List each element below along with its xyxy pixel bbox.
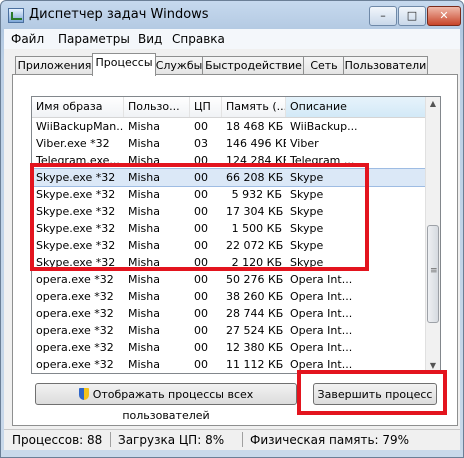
menu-help[interactable]: Справка [172,32,225,46]
column-description[interactable]: Описание [286,97,426,117]
tab-applications[interactable]: Приложения [15,56,94,75]
cell-user: Misha [128,324,160,337]
cell-memory: 38 260 КБ [226,290,284,303]
cell-image-name: WiiBackupMan... [36,120,124,133]
scroll-up-icon[interactable]: ▲ [426,97,440,111]
cell-user: Misha [128,137,160,150]
cell-description: Viber [290,137,319,150]
scroll-thumb[interactable] [427,225,439,323]
cell-image-name: opera.exe *32 [36,290,114,303]
cell-image-name: opera.exe *32 [36,307,114,320]
cell-memory: 18 468 КБ [226,120,284,133]
table-row[interactable]: opera.exe *32 Misha 00 27 524 КБ Opera Int..… [32,322,426,339]
tab-services[interactable]: Службы [154,56,204,75]
task-manager-window: Диспетчер задач Windows – □ ✕ Файл Парам… [0,0,464,458]
cell-description: Opera Int... [290,324,353,337]
cell-description: WiiBackup... [290,120,358,133]
cell-image-name: opera.exe *32 [36,324,114,337]
table-row[interactable]: opera.exe *32 Misha 00 12 380 КБ Opera Int..… [32,339,426,356]
window-title: Диспетчер задач Windows [29,7,209,22]
cell-memory: 146 496 КБ [226,137,286,150]
column-image-name[interactable]: Имя образа [32,97,124,117]
cell-user: Misha [128,290,160,303]
cell-memory: 27 524 КБ [226,324,284,337]
cell-user: Misha [128,120,160,133]
cell-image-name: opera.exe *32 [36,273,114,286]
uac-shield-icon [78,388,89,400]
cell-cpu: 00 [194,341,208,354]
cell-description: Opera Int... [290,273,353,286]
cell-cpu: 00 [194,324,208,337]
title-bar[interactable]: Диспетчер задач Windows – □ ✕ [1,1,463,29]
column-memory[interactable]: Память (... [222,97,286,117]
cell-image-name: Viber.exe *32 [36,137,110,150]
cell-memory: 28 744 КБ [226,307,284,320]
cell-description: Opera Int... [290,307,353,320]
tab-performance[interactable]: Быстродействие [202,56,305,75]
list-header: Имя образа Пользо... ЦП Память (... Опис… [32,97,426,118]
minimize-button[interactable]: – [369,6,397,26]
table-row[interactable]: opera.exe *32 Misha 00 50 276 КБ Opera Int..… [32,271,426,288]
table-row[interactable]: WiiBackupMan... Misha 00 18 468 КБ WiiBackup… [32,118,426,135]
menu-view[interactable]: Вид [138,32,162,46]
tab-processes[interactable]: Процессы [92,53,156,76]
cell-image-name: opera.exe *32 [36,358,114,371]
cell-user: Misha [128,307,160,320]
menu-bar: Файл Параметры Вид Справка [4,29,460,49]
cell-user: Misha [128,341,160,354]
cell-cpu: 03 [194,137,208,150]
table-row[interactable]: opera.exe *32 Misha 00 38 260 КБ Opera Int..… [32,288,426,305]
status-cpu-load: Загрузка ЦП: 8% [118,433,225,447]
cell-cpu: 00 [194,358,208,371]
skype-rows-highlight [30,163,369,271]
cell-memory: 11 112 КБ [226,358,284,371]
status-separator [110,432,111,447]
menu-file[interactable]: Файл [11,32,44,46]
tab-network[interactable]: Сеть [303,56,345,75]
vertical-scrollbar[interactable]: ▲ ▼ [425,97,440,373]
task-manager-icon [8,8,24,23]
tab-users[interactable]: Пользователи [343,56,428,75]
column-cpu[interactable]: ЦП [190,97,222,117]
table-row[interactable]: Viber.exe *32 Misha 03 146 496 КБ Viber [32,135,426,152]
table-row[interactable]: opera.exe *32 Misha 00 28 744 КБ Opera Int..… [32,305,426,322]
cell-description: Opera Int... [290,341,353,354]
menu-options[interactable]: Параметры [58,32,130,46]
cell-description: Opera Int... [290,290,353,303]
show-all-users-button[interactable]: Отображать процессы всех пользователей [35,383,297,422]
cell-cpu: 00 [194,307,208,320]
cell-cpu: 00 [194,290,208,303]
status-physical-memory: Физическая память: 79% [250,433,410,447]
column-user[interactable]: Пользо... [124,97,190,117]
cell-cpu: 00 [194,273,208,286]
cell-cpu: 00 [194,120,208,133]
cell-user: Misha [128,358,160,371]
close-button[interactable]: ✕ [427,6,461,26]
cell-image-name: opera.exe *32 [36,341,114,354]
status-separator [242,432,243,447]
cell-memory: 50 276 КБ [226,273,284,286]
cell-memory: 12 380 КБ [226,341,284,354]
status-bar: Процессов: 88 Загрузка ЦП: 8% Физическая… [4,429,460,450]
maximize-button[interactable]: □ [398,6,426,26]
status-process-count: Процессов: 88 [12,433,103,447]
end-process-highlight [297,370,447,415]
cell-user: Misha [128,273,160,286]
